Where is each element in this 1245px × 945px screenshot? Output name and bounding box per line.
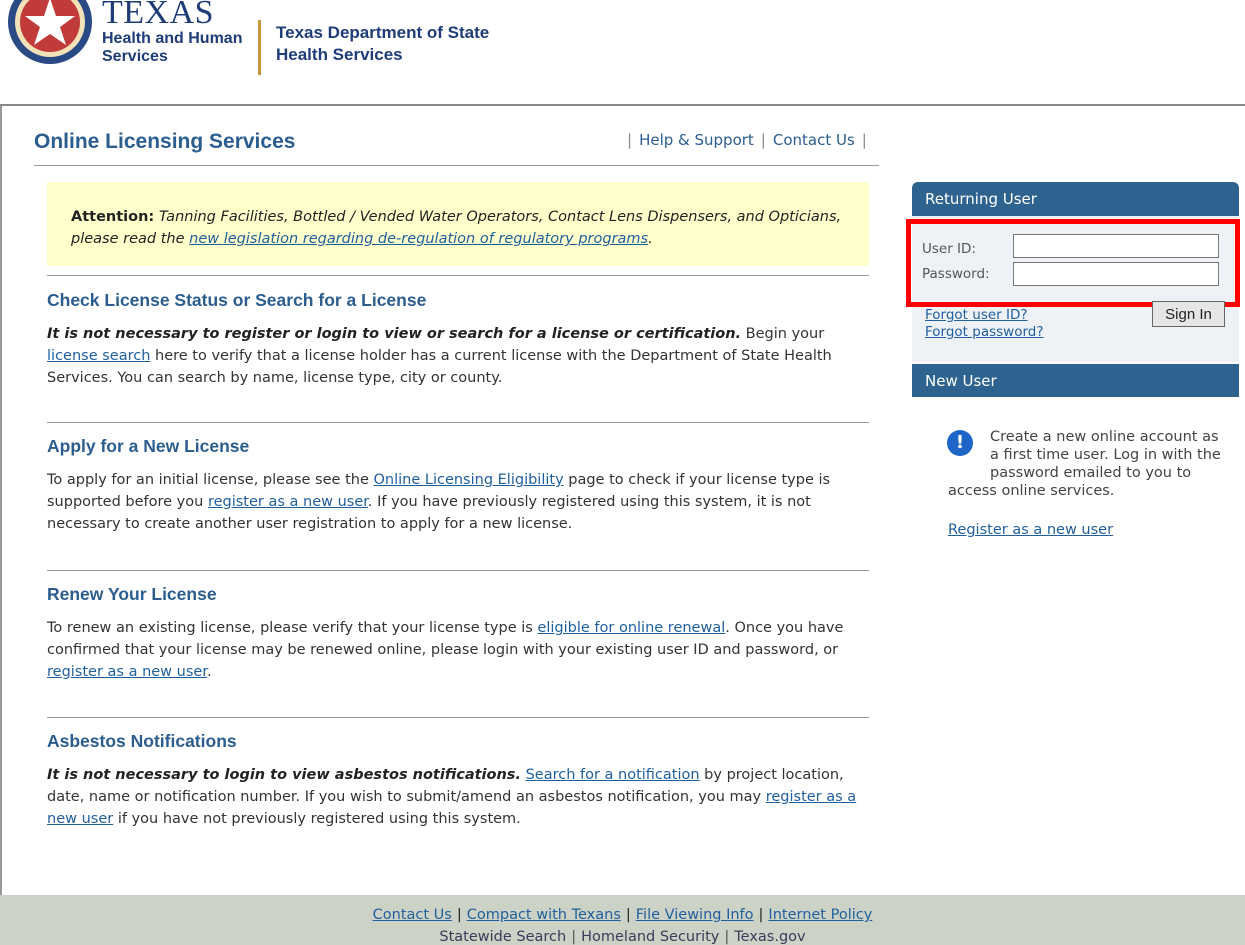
new-user-header: New User bbox=[912, 364, 1239, 397]
contact-us-link[interactable]: Contact Us bbox=[773, 131, 855, 149]
footer-compact-link[interactable]: Compact with Texans bbox=[467, 907, 621, 923]
password-input[interactable] bbox=[1013, 262, 1219, 286]
attention-banner: Attention: Tanning Facilities, Bottled /… bbox=[47, 182, 869, 266]
section-divider bbox=[47, 422, 869, 423]
asbestos-note: It is not necessary to login to view asb… bbox=[47, 767, 521, 783]
footer-separator: | bbox=[456, 907, 462, 923]
online-renewal-link[interactable]: eligible for online renewal bbox=[537, 620, 725, 636]
footer-file-viewing-link[interactable]: File Viewing Info bbox=[636, 907, 754, 923]
new-user-description: Create a new online account as a first t… bbox=[948, 428, 1223, 500]
nav-separator: | bbox=[627, 131, 633, 149]
renew-license-section: Renew Your License To renew an existing … bbox=[47, 584, 862, 683]
register-new-user-link[interactable]: Register as a new user bbox=[948, 522, 1113, 538]
help-support-link[interactable]: Help & Support bbox=[639, 131, 754, 149]
renew-license-heading: Renew Your License bbox=[47, 584, 217, 604]
footer-links-row1: Contact Us | Compact with Texans | File View… bbox=[0, 907, 1245, 923]
text-span: To apply for an initial license, please … bbox=[47, 472, 374, 488]
attention-label: Attention: bbox=[71, 209, 155, 225]
icon-spacer bbox=[948, 428, 990, 482]
footer-separator: | bbox=[724, 929, 730, 945]
section-divider bbox=[47, 570, 869, 571]
check-license-text: It is not necessary to register or login… bbox=[47, 323, 862, 389]
footer-links-row2: Statewide Search | Homeland Security | Texas… bbox=[0, 929, 1245, 945]
title-divider bbox=[34, 165, 879, 166]
check-license-note: It is not necessary to register or login… bbox=[47, 326, 742, 342]
site-footer: Contact Us | Compact with Texans | File View… bbox=[0, 895, 1245, 945]
check-license-heading: Check License Status or Search for a Lic… bbox=[47, 290, 427, 310]
section-divider bbox=[47, 717, 869, 718]
nav-separator: | bbox=[861, 131, 867, 149]
password-label: Password: bbox=[922, 266, 990, 282]
returning-user-header: Returning User bbox=[912, 182, 1239, 216]
footer-contact-us-link[interactable]: Contact Us bbox=[373, 907, 452, 923]
deregulation-link[interactable]: new legislation regarding de-regulation … bbox=[189, 231, 648, 247]
forgot-password-link[interactable]: Forgot password? bbox=[925, 324, 1044, 340]
search-notification-link[interactable]: Search for a notification bbox=[526, 767, 700, 783]
section-divider bbox=[47, 275, 869, 276]
asbestos-section: Asbestos Notifications It is not necessa… bbox=[47, 731, 862, 830]
page-left-border bbox=[0, 0, 2, 945]
site-header: TEXAS Health and Human Services Texas De… bbox=[0, 0, 1245, 106]
check-license-section: Check License Status or Search for a Lic… bbox=[47, 290, 862, 389]
forgot-user-id-link[interactable]: Forgot user ID? bbox=[925, 307, 1028, 323]
footer-statewide-search-link[interactable]: Statewide Search bbox=[439, 929, 566, 945]
text-span: Begin your bbox=[741, 326, 825, 342]
register-new-user-link[interactable]: register as a new user bbox=[208, 494, 368, 510]
footer-internet-policy-link[interactable]: Internet Policy bbox=[768, 907, 872, 923]
text-span: . bbox=[206, 664, 212, 680]
apply-license-text: To apply for an initial license, please … bbox=[47, 469, 862, 535]
page-title: Online Licensing Services bbox=[34, 130, 296, 153]
eligibility-link[interactable]: Online Licensing Eligibility bbox=[373, 472, 563, 488]
footer-texas-gov-link[interactable]: Texas.gov bbox=[734, 929, 805, 945]
footer-separator: | bbox=[571, 929, 577, 945]
user-id-label: User ID: bbox=[922, 241, 976, 257]
text-span: here to verify that a license holder has… bbox=[47, 348, 832, 386]
license-search-link[interactable]: license search bbox=[47, 348, 150, 364]
hhs-logo-title: TEXAS bbox=[102, 0, 215, 31]
dshs-title: Texas Department of State Health Service… bbox=[276, 22, 489, 66]
text-span: if you have not previously registered us… bbox=[113, 811, 521, 827]
apply-license-section: Apply for a New License To apply for an … bbox=[47, 436, 862, 535]
hhs-logo-subtitle-line1: Health and Human bbox=[102, 30, 243, 47]
footer-separator: | bbox=[625, 907, 631, 923]
register-new-user-link[interactable]: register as a new user bbox=[47, 664, 207, 680]
text-span: To renew an existing license, please ver… bbox=[47, 620, 538, 636]
apply-license-heading: Apply for a New License bbox=[47, 436, 250, 456]
asbestos-heading: Asbestos Notifications bbox=[47, 731, 237, 751]
dshs-title-line2: Health Services bbox=[276, 45, 403, 64]
texas-hhs-seal-logo bbox=[8, 0, 92, 64]
asbestos-text: It is not necessary to login to view asb… bbox=[47, 764, 862, 830]
renew-license-text: To renew an existing license, please ver… bbox=[47, 617, 862, 683]
footer-homeland-security-link[interactable]: Homeland Security bbox=[581, 929, 719, 945]
sign-in-button[interactable]: Sign In bbox=[1152, 301, 1225, 327]
hhs-logo-subtitle-line2: Services bbox=[102, 48, 168, 65]
header-divider bbox=[258, 20, 261, 75]
attention-end: . bbox=[648, 231, 653, 247]
footer-separator: | bbox=[758, 907, 764, 923]
dshs-title-line1: Texas Department of State bbox=[276, 23, 490, 42]
hhs-logo-subtitle: Health and Human Services bbox=[102, 30, 242, 66]
nav-separator: | bbox=[760, 131, 766, 149]
user-id-input[interactable] bbox=[1013, 234, 1219, 258]
top-nav: | Help & Support | Contact Us | bbox=[620, 131, 874, 149]
